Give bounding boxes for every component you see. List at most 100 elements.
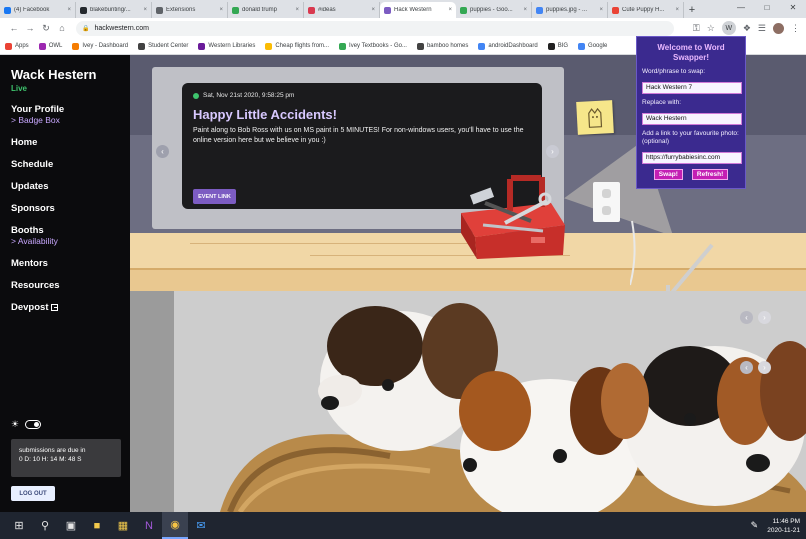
pen-icon[interactable]: ✎: [751, 520, 759, 531]
clock[interactable]: 11:46 PM 2020-11-21: [767, 517, 800, 535]
sidebar-item-home[interactable]: Home: [11, 137, 119, 148]
lock-icon: 🔒: [82, 25, 90, 32]
tab-close-icon[interactable]: ×: [448, 7, 452, 13]
sun-icon: ☀: [11, 419, 20, 429]
bookmark-item[interactable]: bamboo homes: [416, 42, 468, 50]
sidebar-item-label: Resources: [11, 280, 60, 291]
browser-tab[interactable]: #ideas ×: [304, 2, 380, 18]
swap-replace-input[interactable]: [642, 112, 742, 125]
extensions-puzzle-icon[interactable]: ❖: [743, 23, 751, 34]
toolbox-icon[interactable]: [455, 173, 571, 259]
tab-close-icon[interactable]: ×: [371, 7, 375, 13]
sidebar-item-booths[interactable]: Booths > Availability: [11, 225, 119, 247]
prev-event-button[interactable]: ‹: [156, 145, 169, 158]
tab-favicon-icon: [612, 6, 619, 14]
bookmark-item[interactable]: androidDashboard: [478, 42, 538, 50]
swap-find-label: Word/phrase to swap:: [642, 68, 706, 75]
reload-icon[interactable]: ↻: [38, 23, 54, 34]
browser-tab[interactable]: puppies.jpg - ... ×: [532, 2, 608, 18]
refresh-button[interactable]: Refresh!: [691, 169, 729, 180]
photo-link-label: Add a link to your favourite photo: (opt…: [642, 130, 739, 145]
bookmark-item[interactable]: Student Center: [138, 42, 188, 50]
sidebar-subitem[interactable]: > Availability: [11, 236, 119, 247]
bookmark-item[interactable]: Apps: [5, 42, 29, 50]
bookmark-favicon-icon: [198, 42, 206, 50]
sidebar-item-resources[interactable]: Resources: [11, 280, 119, 291]
profile-avatar[interactable]: [773, 22, 784, 34]
bookmark-item[interactable]: Ivey - Dashboard: [72, 42, 128, 50]
sidebar-subitem[interactable]: > Badge Box: [11, 115, 119, 126]
url-input[interactable]: 🔒 hackwestern.com: [76, 20, 674, 36]
bookmark-star-icon[interactable]: ☆: [707, 23, 715, 34]
photo-link-input[interactable]: [642, 151, 742, 164]
bookmark-item[interactable]: BIG: [547, 42, 568, 50]
swap-find-input[interactable]: [642, 81, 742, 94]
tab-close-icon[interactable]: ×: [143, 7, 147, 13]
carousel-prev-button-2[interactable]: ‹: [740, 361, 753, 374]
tab-close-icon[interactable]: ×: [67, 7, 71, 13]
close-window-icon[interactable]: ✕: [780, 0, 806, 16]
browser-tab[interactable]: donald trump ×: [228, 2, 304, 18]
file-explorer-icon[interactable]: ▦: [110, 512, 136, 539]
window-controls: — □ ✕: [728, 0, 806, 16]
carousel-next-button-2[interactable]: ›: [758, 361, 771, 374]
bookmark-item[interactable]: Western Libraries: [198, 42, 255, 50]
submission-countdown: submissions are due in 0 D: 10 H: 14 M: …: [11, 439, 121, 477]
new-tab-button[interactable]: +: [684, 2, 700, 18]
tab-close-icon[interactable]: ×: [295, 7, 299, 13]
sidebar-item-devpost[interactable]: Devpost: [11, 302, 119, 313]
sidebar-item-mentors[interactable]: Mentors: [11, 258, 119, 269]
word-swapper-popup: Welcome to Word Swapper! Word/phrase to …: [636, 36, 746, 189]
sidebar-item-label: Schedule: [11, 159, 54, 170]
sticky-note[interactable]: [576, 100, 614, 135]
bookmark-label: androidDashboard: [488, 43, 538, 49]
minimize-icon[interactable]: —: [728, 0, 754, 16]
home-icon[interactable]: ⌂: [54, 23, 70, 33]
sidebar-item-label: Booths: [11, 225, 44, 236]
tab-favicon-icon: [308, 6, 315, 14]
onenote-icon[interactable]: N: [136, 512, 162, 539]
browser-tab[interactable]: puppies - Goo... ×: [456, 2, 532, 18]
back-icon[interactable]: ←: [6, 23, 22, 33]
mail-icon[interactable]: ✉: [188, 512, 214, 539]
sidebar-item-schedule[interactable]: Schedule: [11, 159, 119, 170]
sidebar: Wack Hestern Live Your Profile > Badge Bo…: [0, 55, 130, 512]
browser-tab[interactable]: Hack Western ×: [380, 2, 456, 18]
theme-toggle-row: ☀: [11, 419, 42, 430]
browser-tab[interactable]: blakebunting/... ×: [76, 2, 152, 18]
carousel-next-button[interactable]: ›: [758, 311, 771, 324]
logout-button[interactable]: LOG OUT: [11, 486, 55, 501]
more-menu-icon[interactable]: ⋮: [791, 23, 800, 34]
tab-close-icon[interactable]: ×: [675, 7, 679, 13]
theme-toggle[interactable]: [25, 420, 42, 429]
tab-list: (4) Facebook × blakebunting/... × Extensions…: [0, 2, 684, 18]
word-swapper-extension-icon[interactable]: W: [721, 21, 736, 35]
task-view-icon[interactable]: ▣: [58, 512, 84, 539]
bookmark-item[interactable]: Ivey Textbooks - Go...: [339, 42, 407, 50]
store-icon[interactable]: ■: [84, 512, 110, 539]
carousel-prev-button[interactable]: ‹: [740, 311, 753, 324]
sidebar-item-updates[interactable]: Updates: [11, 181, 119, 192]
sidebar-item-your-profile[interactable]: Your Profile > Badge Box: [11, 104, 119, 126]
search-icon[interactable]: ⚲: [32, 512, 58, 539]
browser-tab[interactable]: Cute Puppy H... ×: [608, 2, 684, 18]
tab-close-icon[interactable]: ×: [219, 7, 223, 13]
browser-tab[interactable]: Extensions ×: [152, 2, 228, 18]
tab-close-icon[interactable]: ×: [523, 7, 527, 13]
sidebar-item-sponsors[interactable]: Sponsors: [11, 203, 119, 214]
reading-list-icon[interactable]: ☰: [758, 23, 766, 34]
bookmark-item[interactable]: Cheap flights from...: [265, 42, 329, 50]
tab-close-icon[interactable]: ×: [599, 7, 603, 13]
bookmark-item[interactable]: OWL: [38, 42, 62, 50]
forward-icon[interactable]: →: [22, 23, 38, 33]
key-icon[interactable]: ⚿: [693, 23, 700, 34]
maximize-icon[interactable]: □: [754, 0, 780, 16]
swap-button[interactable]: Swap!: [653, 169, 683, 180]
windows-start-icon[interactable]: ⊞: [6, 512, 32, 539]
next-event-button[interactable]: ›: [546, 145, 559, 158]
event-link-button[interactable]: EVENT LINK: [193, 189, 236, 204]
bookmark-item[interactable]: Google: [578, 42, 607, 50]
browser-tab[interactable]: (4) Facebook ×: [0, 2, 76, 18]
popup-buttons: Swap! Refresh!: [642, 169, 740, 180]
chrome-icon[interactable]: ◉: [162, 512, 188, 539]
